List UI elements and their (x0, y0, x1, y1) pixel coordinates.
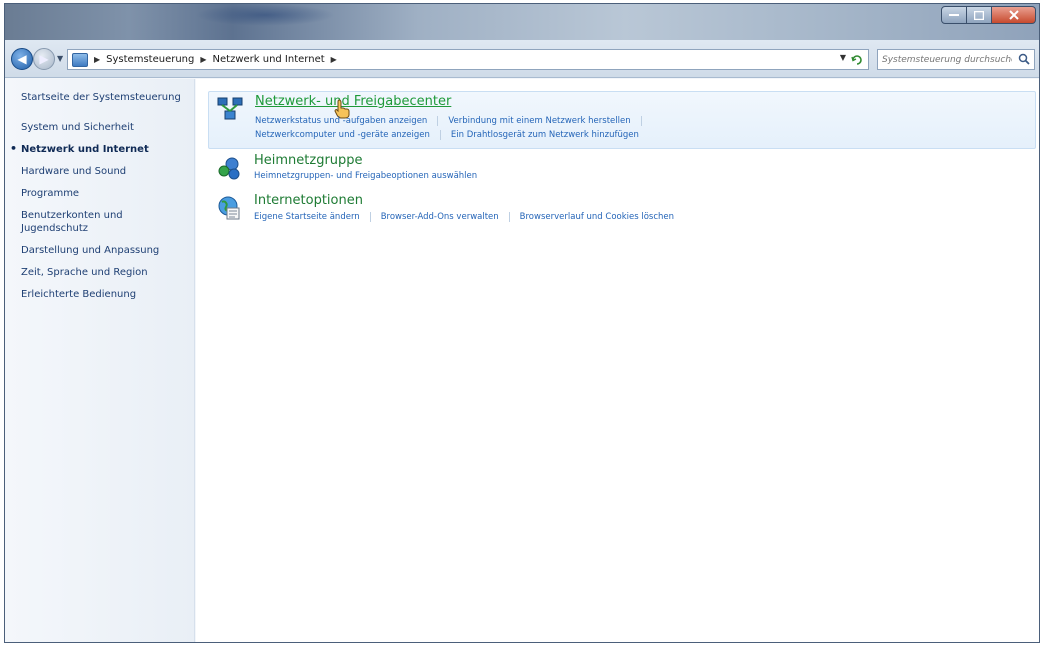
sidebar-item-system-und-sicherheit[interactable]: System und Sicherheit (5, 119, 194, 136)
link-divider (439, 130, 441, 140)
link-divider (508, 212, 510, 222)
maximize-button[interactable] (967, 6, 992, 24)
maximize-icon (974, 10, 984, 20)
category-internet-options[interactable]: Internetoptionen Eigene Startseite änder… (208, 191, 1036, 231)
links-row-1: Heimnetzgruppen- und Freigabeoptionen au… (254, 171, 477, 181)
sidebar: Startseite der Systemsteuerung System un… (5, 79, 195, 642)
breadcrumb: ▶ Systemsteuerung ▶ Netzwerk und Interne… (88, 54, 343, 65)
links-row-1: Netzwerkstatus und -aufgaben anzeigen Ve… (255, 116, 652, 126)
link-divider (640, 116, 642, 126)
network-sharing-icon (217, 97, 243, 120)
link-add-wireless-device[interactable]: Ein Drahtlosgerät zum Netzwerk hinzufüge… (451, 130, 639, 140)
back-button[interactable]: ◀ (11, 48, 33, 70)
category-title-internet-options[interactable]: Internetoptionen (254, 193, 363, 208)
breadcrumb-netzwerk-und-internet[interactable]: Netzwerk und Internet (213, 54, 325, 65)
category-homegroup[interactable]: Heimnetzgruppe Heimnetzgruppen- und Frei… (208, 151, 1036, 189)
link-network-status[interactable]: Netzwerkstatus und -aufgaben anzeigen (255, 116, 427, 126)
search-input[interactable] (882, 54, 1012, 65)
sidebar-item-netzwerk-und-internet[interactable]: Netzwerk und Internet (5, 141, 194, 158)
minimize-icon (949, 14, 959, 16)
category-title-homegroup[interactable]: Heimnetzgruppe (254, 153, 363, 168)
address-dropdown-icon[interactable]: ▼ (840, 53, 846, 62)
breadcrumb-systemsteuerung[interactable]: Systemsteuerung (106, 54, 194, 65)
homegroup-icon (218, 157, 240, 180)
arrow-left-icon: ◀ (17, 52, 27, 66)
navigation-bar: ◀ ▶ ▼ ▶ Systemsteuerung ▶ Netzwerk und I… (5, 40, 1039, 78)
link-divider (437, 116, 439, 126)
link-change-homepage[interactable]: Eigene Startseite ändern (254, 212, 360, 222)
main-content: Netzwerk- und Freigabecenter Netzwerksta… (196, 79, 1039, 642)
sidebar-item-erleichterte-bedienung[interactable]: Erleichterte Bedienung (5, 286, 194, 303)
title-glow (195, 4, 335, 26)
links-row-1: Eigene Startseite ändern Browser-Add-Ons… (254, 212, 674, 222)
link-network-computers[interactable]: Netzwerkcomputer und -geräte anzeigen (255, 130, 430, 140)
link-manage-addons[interactable]: Browser-Add-Ons verwalten (381, 212, 499, 222)
title-bar[interactable] (5, 4, 1039, 40)
arrow-right-icon: ▶ (39, 52, 49, 66)
recent-pages-dropdown[interactable]: ▼ (57, 54, 63, 63)
link-homegroup-options[interactable]: Heimnetzgruppen- und Freigabeoptionen au… (254, 171, 477, 181)
sidebar-item-programme[interactable]: Programme (5, 185, 194, 202)
internet-options-icon (218, 196, 240, 220)
link-connect-network[interactable]: Verbindung mit einem Netzwerk herstellen (448, 116, 630, 126)
address-bar[interactable]: ▶ Systemsteuerung ▶ Netzwerk und Interne… (67, 49, 869, 70)
breadcrumb-separator-icon[interactable]: ▶ (94, 55, 100, 64)
close-icon (1008, 10, 1019, 20)
link-divider (369, 212, 371, 222)
breadcrumb-separator-icon[interactable]: ▶ (200, 55, 206, 64)
links-row-2: Netzwerkcomputer und -geräte anzeigen Ei… (255, 130, 639, 140)
sidebar-item-zeit-sprache-region[interactable]: Zeit, Sprache und Region (5, 264, 194, 281)
control-panel-window: ◀ ▶ ▼ ▶ Systemsteuerung ▶ Netzwerk und I… (4, 3, 1040, 643)
link-delete-history[interactable]: Browserverlauf und Cookies löschen (520, 212, 674, 222)
close-button[interactable] (992, 6, 1036, 24)
search-box[interactable] (877, 49, 1035, 70)
sidebar-item-benutzerkonten[interactable]: Benutzerkonten und Jugendschutz (5, 207, 125, 237)
sidebar-item-startseite[interactable]: Startseite der Systemsteuerung (5, 89, 194, 106)
window-controls (941, 6, 1036, 24)
refresh-button[interactable] (849, 52, 865, 67)
minimize-button[interactable] (941, 6, 967, 24)
category-title-network-sharing-center[interactable]: Netzwerk- und Freigabecenter (255, 94, 451, 109)
search-icon[interactable] (1018, 53, 1030, 65)
forward-button[interactable]: ▶ (33, 48, 55, 70)
breadcrumb-separator-icon[interactable]: ▶ (331, 55, 337, 64)
sidebar-item-hardware-und-sound[interactable]: Hardware und Sound (5, 163, 194, 180)
sidebar-item-darstellung[interactable]: Darstellung und Anpassung (5, 242, 194, 259)
category-network-sharing-center[interactable]: Netzwerk- und Freigabecenter Netzwerksta… (208, 91, 1036, 149)
refresh-icon (851, 54, 862, 65)
control-panel-icon (72, 52, 88, 67)
